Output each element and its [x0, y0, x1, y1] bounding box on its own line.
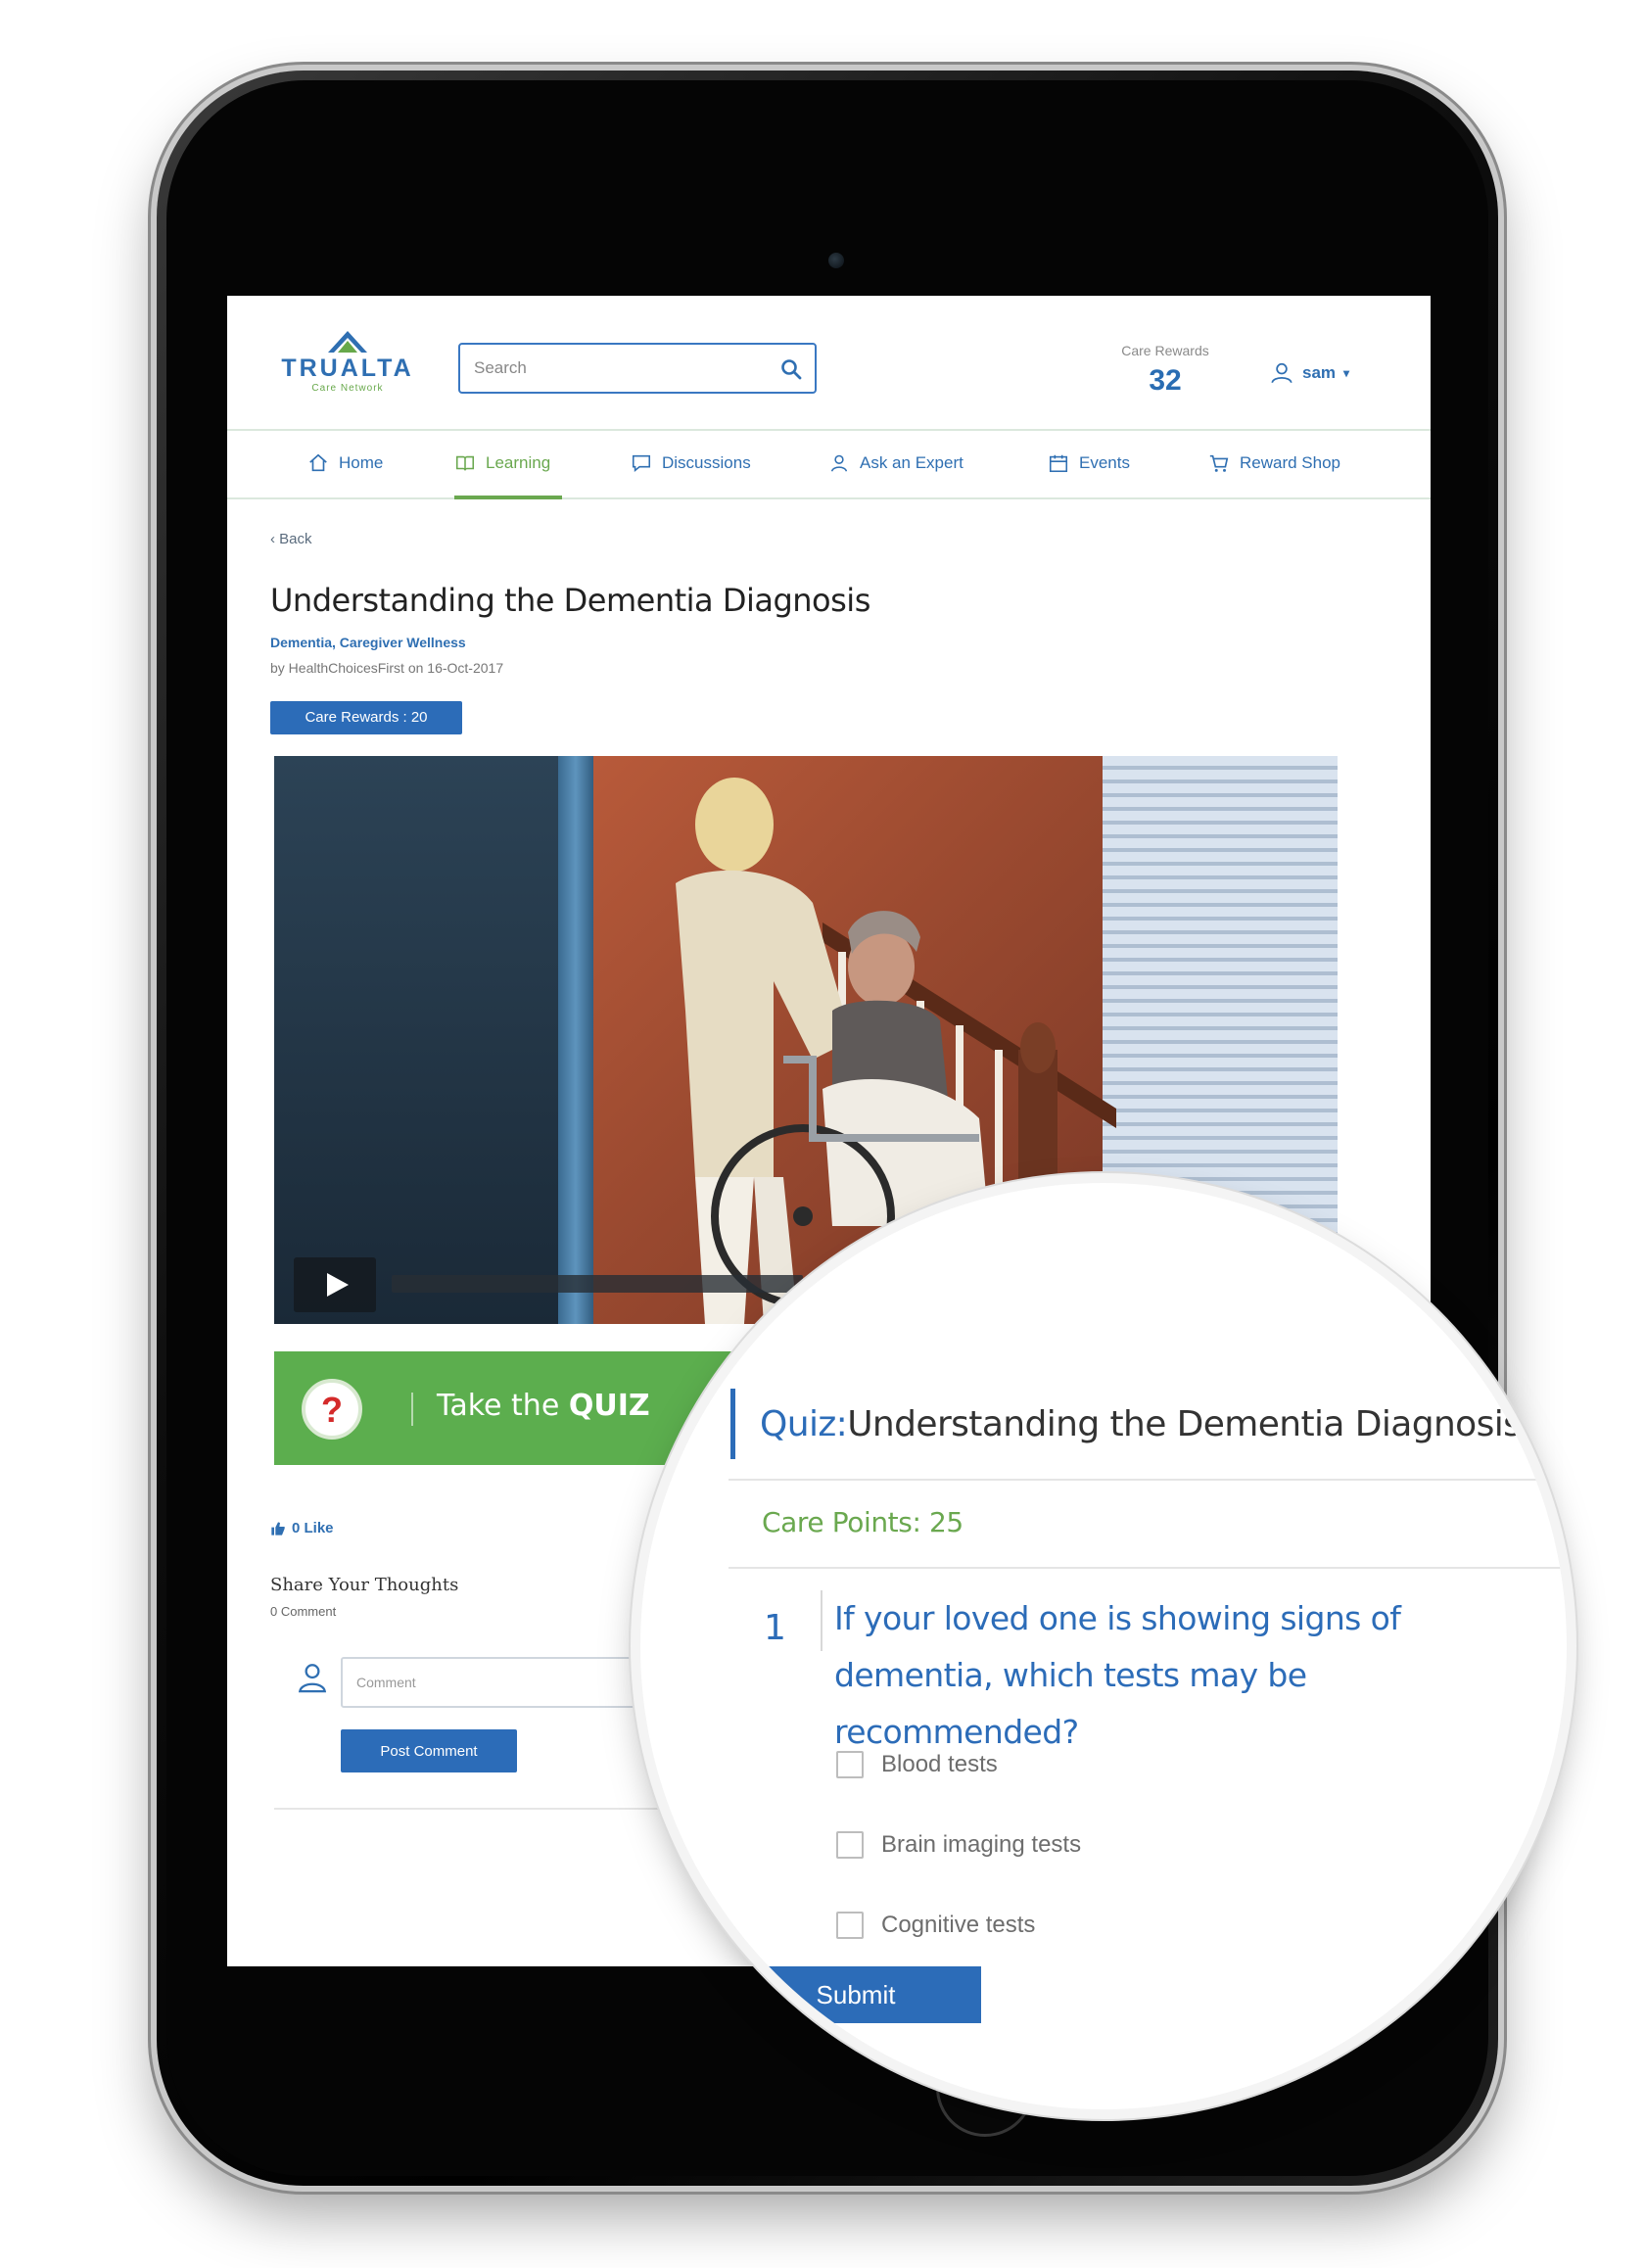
active-tab-indicator — [454, 496, 562, 499]
person-icon — [830, 454, 848, 472]
chat-icon — [632, 454, 651, 472]
book-icon — [455, 455, 475, 471]
care-rewards-value: 32 — [1149, 364, 1182, 397]
answer-option-blood-tests[interactable]: Blood tests — [836, 1751, 998, 1778]
post-comment-button[interactable]: Post Comment — [341, 1729, 517, 1772]
article-title: Understanding the Dementia Diagnosis — [270, 582, 870, 619]
chevron-down-icon: ▾ — [1343, 366, 1350, 380]
nav-item-events[interactable]: Events — [1048, 452, 1130, 474]
trualta-logo[interactable]: TRUALTA Care Network — [274, 329, 421, 419]
commenter-avatar-icon — [298, 1664, 327, 1693]
nav-item-label: Discussions — [662, 453, 751, 472]
article-byline: by HealthChoicesFirst on 16-Oct-2017 — [270, 660, 504, 676]
question-mark-glyph: ? — [321, 1390, 343, 1430]
care-rewards-badge: Care Rewards : 20 — [270, 701, 462, 734]
care-points: Care Points: 25 — [762, 1506, 964, 1538]
answer-option-cognitive-tests[interactable]: Cognitive tests — [836, 1912, 1035, 1939]
nav-item-label: Events — [1079, 453, 1130, 472]
search-box — [458, 343, 817, 394]
answer-checkbox[interactable] — [836, 1831, 864, 1859]
question-number: 1 — [764, 1608, 786, 1648]
nav-item-reward-shop[interactable]: Reward Shop — [1208, 452, 1340, 474]
video-progress-bar[interactable] — [392, 1275, 803, 1293]
user-menu[interactable]: sam ▾ — [1269, 360, 1349, 386]
take-quiz-label: Take the QUIZ — [437, 1389, 650, 1423]
nav-item-label: Reward Shop — [1240, 453, 1341, 472]
calendar-icon — [1049, 454, 1068, 473]
care-rewards-counter: Care Rewards 32 — [1114, 343, 1216, 398]
search-icon[interactable] — [779, 357, 803, 381]
nav-item-label: Learning — [486, 453, 551, 472]
back-link[interactable]: ‹ Back — [270, 531, 312, 547]
quiz-title-text: Understanding the Dementia Diagnosis — [847, 1404, 1522, 1444]
answer-label: Brain imaging tests — [881, 1831, 1082, 1858]
answer-label: Cognitive tests — [881, 1912, 1036, 1938]
share-thoughts-heading: Share Your Thoughts — [270, 1575, 459, 1595]
comment-count: 0 Comment — [270, 1604, 337, 1619]
user-icon — [1271, 362, 1292, 384]
user-name: sam — [1302, 363, 1337, 382]
take-quiz-emphasis: QUIZ — [568, 1389, 650, 1423]
quiz-magnifier: Quiz:Understanding the Dementia Diagnosi… — [640, 1183, 1567, 2109]
quiz-banner-divider — [411, 1393, 413, 1426]
take-quiz-prefix: Take the — [437, 1389, 560, 1423]
quiz-divider — [728, 1479, 1567, 1481]
main-nav: Home Learning Discussions Ask an Expert … — [227, 433, 1431, 499]
quiz-title: Quiz:Understanding the Dementia Diagnosi… — [760, 1404, 1522, 1444]
answer-option-brain-imaging-tests[interactable]: Brain imaging tests — [836, 1831, 1081, 1859]
quiz-divider — [728, 1567, 1567, 1569]
answer-checkbox[interactable] — [836, 1751, 864, 1778]
question-divider — [821, 1590, 822, 1651]
play-button[interactable] — [294, 1257, 376, 1312]
search-input[interactable] — [460, 345, 815, 392]
care-rewards-label: Care Rewards — [1121, 343, 1209, 358]
answer-label: Blood tests — [881, 1751, 998, 1777]
logo-mountain-icon — [328, 331, 367, 353]
answer-checkbox[interactable] — [836, 1912, 864, 1939]
cart-icon — [1209, 454, 1229, 472]
question-text: If your loved one is showing signs of de… — [834, 1599, 1401, 1751]
submit-button[interactable]: Submit — [730, 1966, 981, 2023]
thumbs-up-icon — [271, 1521, 285, 1536]
question-mark-icon: ? — [302, 1379, 362, 1440]
nav-item-discussions[interactable]: Discussions — [631, 452, 751, 474]
logo-wordmark: TRUALTA — [281, 354, 414, 382]
nav-item-label: Ask an Expert — [860, 453, 964, 472]
nav-item-label: Home — [339, 453, 384, 472]
like-count: 0 Like — [292, 1520, 334, 1536]
quiz-title-accent — [730, 1389, 735, 1459]
nav-item-home[interactable]: Home — [307, 452, 383, 474]
quiz-title-prefix: Quiz: — [760, 1404, 848, 1444]
logo-tagline: Care Network — [311, 383, 384, 394]
like-button[interactable]: 0 Like — [270, 1520, 334, 1536]
site-header: TRUALTA Care Network Care Rewards 32 sam… — [227, 296, 1431, 431]
front-camera — [828, 253, 844, 268]
nav-item-learning[interactable]: Learning — [454, 452, 550, 474]
article-categories[interactable]: Dementia, Caregiver Wellness — [270, 635, 466, 650]
nav-item-ask-an-expert[interactable]: Ask an Expert — [828, 452, 964, 474]
home-icon — [309, 453, 327, 472]
video-scene-wall-dark — [274, 756, 558, 1324]
